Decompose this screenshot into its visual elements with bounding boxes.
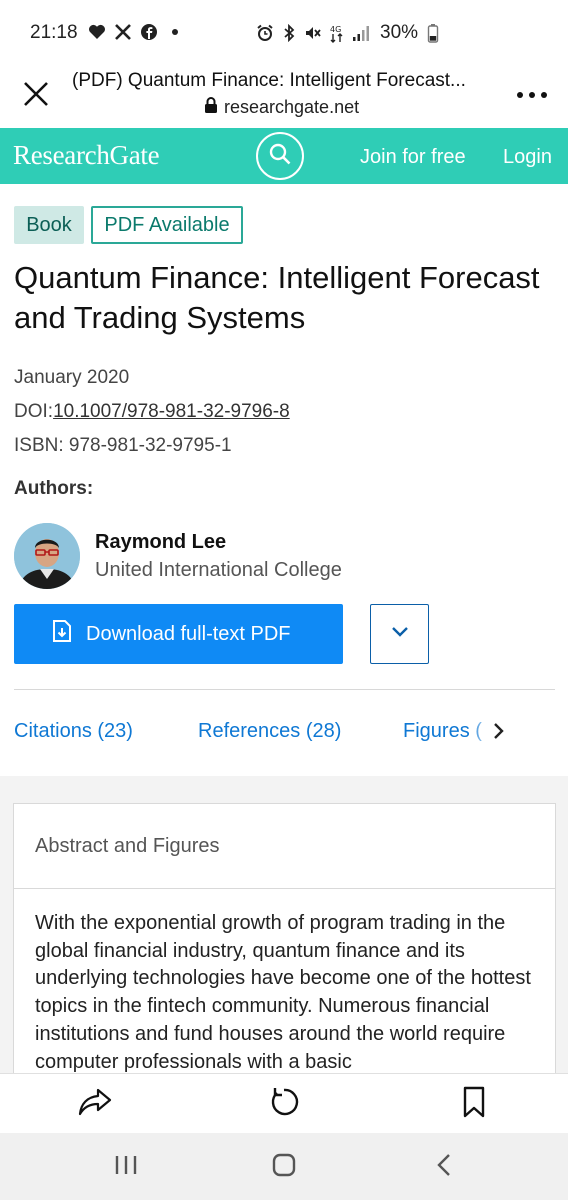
facebook-icon: [140, 22, 158, 42]
signal-icon: [352, 23, 370, 43]
back-button[interactable]: [428, 1151, 460, 1183]
avatar[interactable]: [14, 523, 80, 589]
url-text: researchgate.net: [224, 97, 360, 117]
doi-label: DOI:: [14, 401, 54, 422]
page-title: (PDF) Quantum Finance: Intelligent Forec…: [72, 70, 466, 91]
recent-apps-button[interactable]: [110, 1151, 142, 1183]
battery-icon: [424, 23, 442, 43]
notification-icons: [88, 22, 184, 42]
bluetooth-icon: [280, 23, 298, 43]
lock-icon: [204, 96, 218, 119]
share-button[interactable]: [77, 1086, 113, 1122]
home-icon: [272, 1153, 296, 1182]
abstract-heading: Abstract and Figures: [35, 835, 220, 857]
browser-toolbar: (PDF) Quantum Finance: Intelligent Forec…: [0, 64, 568, 128]
dot-icon: [166, 22, 184, 42]
doi-row: DOI:10.1007/978-981-32-9796-8: [14, 401, 290, 423]
status-bar: 21:18 4G 30%: [0, 0, 568, 64]
reload-icon: [268, 1086, 300, 1123]
share-icon: [78, 1087, 112, 1122]
tab-citations[interactable]: Citations (23): [14, 720, 133, 743]
join-link[interactable]: Join for free: [360, 146, 466, 169]
system-nav-bar: [0, 1133, 568, 1200]
tabs-scroll-right-button[interactable]: [486, 718, 512, 748]
system-status-icons: 4G 30%: [256, 22, 442, 44]
x-icon: [114, 22, 132, 42]
card-divider: [14, 888, 555, 889]
close-icon: [23, 81, 49, 112]
download-pdf-label: Download full-text PDF: [86, 622, 291, 645]
pdf-available-badge: PDF Available: [91, 206, 243, 244]
recent-apps-icon: [114, 1154, 138, 1181]
reload-button[interactable]: [266, 1086, 302, 1122]
download-options-button[interactable]: [370, 604, 429, 664]
publication-date: January 2020: [14, 367, 130, 388]
4g-icon: 4G: [328, 23, 346, 43]
authors-heading: Authors:: [14, 478, 94, 499]
battery-percent: 30%: [380, 22, 419, 43]
isbn: ISBN: 978-981-32-9795-1: [14, 435, 232, 456]
bookmark-button[interactable]: [456, 1086, 492, 1122]
more-vertical-icon: [516, 87, 548, 105]
site-logo[interactable]: ResearchGate: [13, 140, 160, 171]
tab-references[interactable]: References (28): [198, 720, 341, 743]
status-time: 21:18: [30, 22, 78, 43]
close-tab-button[interactable]: [18, 78, 54, 114]
chevron-right-icon: [493, 722, 505, 745]
doi-link[interactable]: 10.1007/978-981-32-9796-8: [53, 401, 290, 422]
alarm-icon: [256, 23, 274, 43]
bookmark-icon: [462, 1086, 486, 1123]
author-name[interactable]: Raymond Lee: [95, 531, 226, 554]
abstract-card: Abstract and Figures With the exponentia…: [13, 803, 556, 1103]
section-divider: [14, 689, 555, 690]
search-button[interactable]: [256, 132, 304, 180]
abstract-text: With the exponential growth of program t…: [35, 912, 531, 1073]
more-options-button[interactable]: [514, 78, 550, 114]
back-icon: [436, 1153, 452, 1182]
home-button[interactable]: [268, 1151, 300, 1183]
site-header: ResearchGate Join for free Login: [0, 128, 568, 184]
bottom-toolbar: [0, 1073, 568, 1133]
chevron-down-icon: [391, 625, 409, 643]
download-file-icon: [52, 620, 72, 648]
svg-text:4G: 4G: [330, 25, 341, 34]
download-pdf-button[interactable]: Download full-text PDF: [14, 604, 343, 664]
search-icon: [268, 142, 292, 171]
mute-icon: [304, 23, 322, 43]
author-institution: United International College: [95, 559, 342, 581]
type-badge: Book: [14, 206, 84, 244]
heart-icon: [88, 22, 106, 42]
url-display[interactable]: researchgate.net: [204, 96, 359, 119]
publication-title: Quantum Finance: Intelligent Forecast an…: [14, 260, 540, 335]
login-link[interactable]: Login: [503, 146, 552, 169]
